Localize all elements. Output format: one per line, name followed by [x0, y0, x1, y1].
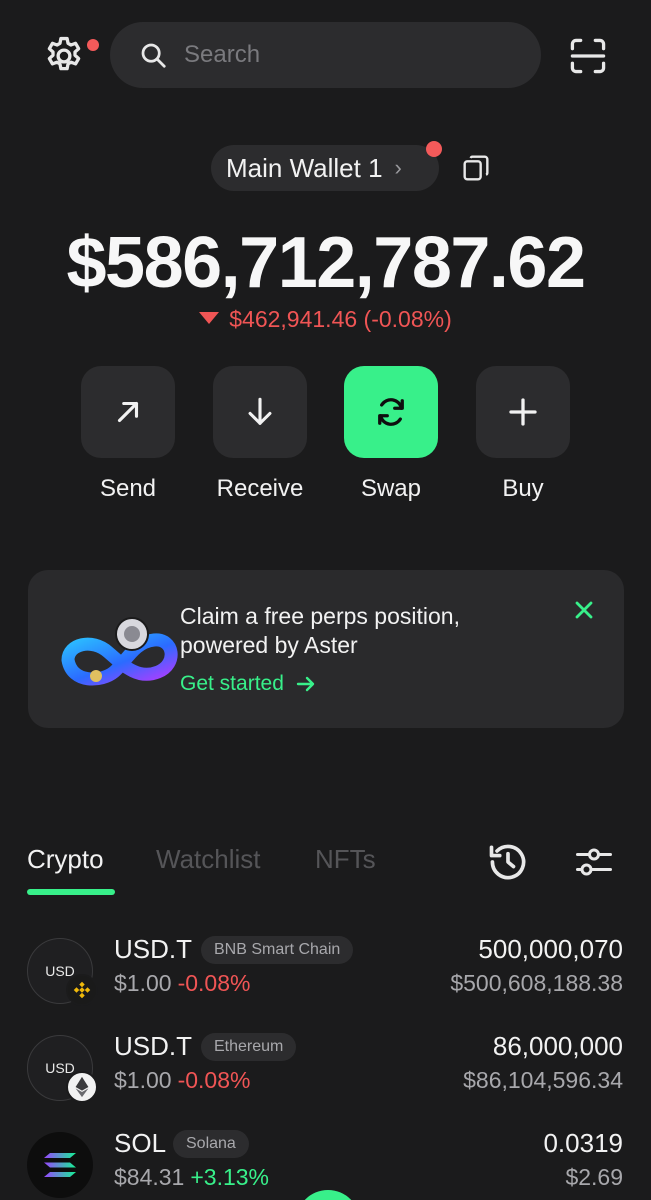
search-bar[interactable]	[110, 22, 541, 88]
asset-price: $1.00 -0.08%	[114, 970, 251, 996]
asset-change: -0.08%	[177, 970, 251, 996]
wallet-selector[interactable]: Main Wallet 1 ›	[211, 145, 439, 191]
promo-banner[interactable]: Claim a free perps position, powered by …	[28, 570, 624, 728]
close-promo-button[interactable]	[570, 596, 598, 624]
asset-row-usdt-bnb[interactable]: USD USD.T BNB Smart Chain $1.00 -0.08% 50…	[0, 932, 651, 1022]
swap-label: Swap	[360, 475, 422, 502]
asset-quantity: 0.0319	[543, 1128, 623, 1158]
tab-nfts[interactable]: NFTs	[315, 844, 376, 875]
search-input[interactable]	[184, 41, 514, 69]
scan-icon	[570, 38, 606, 74]
plus-icon	[509, 398, 537, 426]
swap-icon	[378, 398, 404, 426]
ethereum-chain-icon	[66, 1071, 98, 1103]
close-icon	[575, 601, 593, 619]
search-icon	[141, 43, 166, 68]
send-tile[interactable]	[81, 366, 175, 458]
buy-tile[interactable]	[476, 366, 570, 458]
asset-tabs: Crypto Watchlist NFTs	[0, 840, 651, 900]
asset-value: $500,608,188.38	[450, 970, 623, 996]
asset-price: $84.31 +3.13%	[114, 1164, 270, 1190]
asset-value: $2.69	[565, 1164, 623, 1190]
receive-label: Receive	[216, 475, 304, 502]
receive-button[interactable]: Receive	[213, 366, 307, 503]
aster-infinity-illustration	[61, 617, 178, 686]
chain-badge: Solana	[173, 1130, 249, 1158]
bnb-chain-icon	[66, 974, 98, 1006]
copy-icon	[463, 155, 489, 181]
chain-badge: BNB Smart Chain	[201, 936, 354, 964]
solana-token-icon	[27, 1132, 93, 1198]
total-balance: $586,712,787.62	[66, 223, 586, 303]
asset-symbol: USD.T	[114, 934, 192, 964]
send-label: Send	[99, 475, 157, 502]
chevron-right-icon: ›	[394, 155, 402, 180]
history-icon	[489, 844, 526, 880]
chain-badge: Ethereum	[201, 1033, 297, 1061]
asset-quantity: 86,000,000	[492, 1031, 623, 1061]
wallet-notification-dot	[426, 141, 442, 157]
top-bar	[0, 22, 651, 88]
sliders-icon	[576, 848, 612, 876]
asset-value: $86,104,596.34	[463, 1067, 623, 1093]
arrow-down-icon	[248, 397, 272, 425]
asset-row-usdt-ethereum[interactable]: USD USD.T Ethereum $1.00 -0.08% 86,000,00…	[0, 1029, 651, 1119]
swap-tile[interactable]	[344, 366, 438, 458]
history-button[interactable]	[486, 840, 530, 884]
send-button[interactable]: Send	[81, 366, 175, 503]
filter-button[interactable]	[574, 844, 614, 880]
wallet-name: Main Wallet 1	[226, 152, 383, 183]
buy-label: Buy	[502, 475, 544, 502]
receive-tile[interactable]	[213, 366, 307, 458]
arrow-right-icon	[296, 676, 315, 692]
triangle-down-icon	[199, 312, 220, 324]
gear-icon	[47, 36, 81, 71]
promo-title: Claim a free perps position, powered by …	[180, 603, 460, 658]
get-started-link[interactable]: Get started	[180, 672, 318, 696]
swap-button[interactable]: Swap	[344, 366, 438, 503]
asset-symbol: SOL	[114, 1128, 167, 1158]
asset-change: -0.08%	[177, 1067, 251, 1093]
get-started-label: Get started	[180, 672, 284, 695]
action-buttons: Send Receive Swap Buy	[0, 366, 651, 506]
tab-watchlist[interactable]: Watchlist	[156, 844, 261, 875]
asset-symbol: USD.T	[114, 1031, 192, 1061]
asset-quantity: 500,000,070	[478, 934, 623, 964]
asset-price: $1.00 -0.08%	[114, 1067, 251, 1093]
asset-change: +3.13%	[190, 1164, 270, 1190]
scan-button[interactable]	[566, 34, 610, 78]
settings-button[interactable]	[42, 34, 86, 78]
tab-crypto[interactable]: Crypto	[27, 844, 104, 875]
copy-button[interactable]	[460, 152, 492, 184]
balance-change: $462,941.46 (-0.08%)	[0, 306, 651, 333]
arrow-up-right-icon	[117, 401, 139, 423]
balance-change-value: $462,941.46 (-0.08%)	[229, 306, 452, 332]
buy-button[interactable]: Buy	[476, 366, 570, 503]
settings-notification-dot	[87, 39, 99, 51]
active-tab-indicator	[27, 889, 115, 895]
asset-row-sol[interactable]: SOL Solana $84.31 +3.13% 0.0319 $2.69	[0, 1126, 651, 1200]
